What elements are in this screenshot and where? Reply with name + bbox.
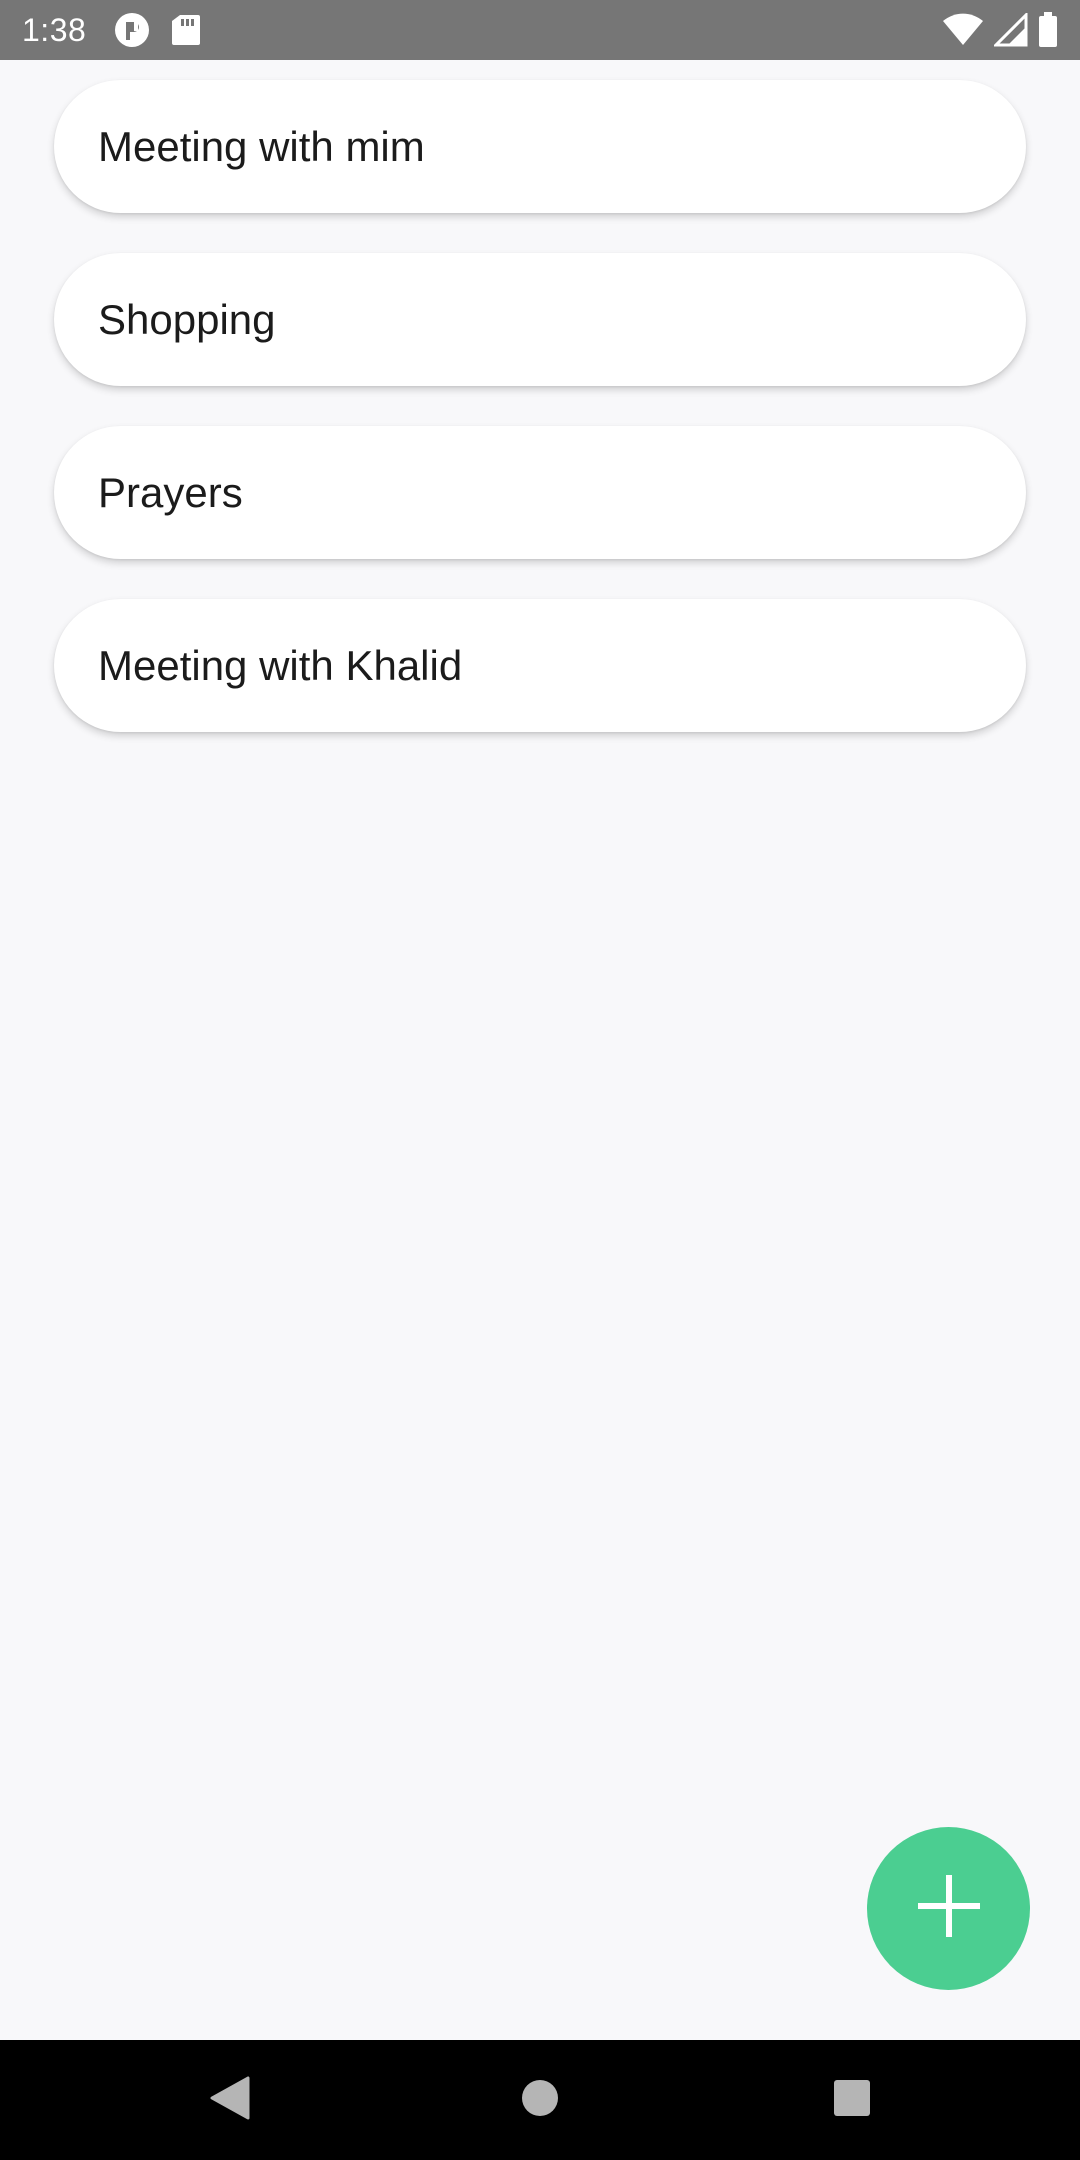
cell-signal-icon <box>994 13 1028 47</box>
task-list: Meeting with mim Shopping Prayers Meetin… <box>54 80 1026 732</box>
recents-button[interactable] <box>812 2040 892 2160</box>
task-item[interactable]: Meeting with Khalid <box>54 599 1026 732</box>
status-right-icons <box>942 12 1058 48</box>
task-label: Prayers <box>98 468 243 516</box>
plus-icon <box>917 1875 980 1942</box>
task-label: Meeting with Khalid <box>98 641 463 689</box>
task-item[interactable]: Prayers <box>54 426 1026 559</box>
recents-icon <box>833 2079 871 2122</box>
home-button[interactable] <box>500 2040 580 2160</box>
status-left-icons <box>114 12 201 48</box>
back-button[interactable] <box>190 2040 270 2160</box>
main-content: Meeting with mim Shopping Prayers Meetin… <box>0 60 1080 2040</box>
status-time: 1:38 <box>22 11 87 48</box>
status-bar: 1:38 <box>0 0 1080 60</box>
task-item[interactable]: Meeting with mim <box>54 80 1026 213</box>
wifi-icon <box>942 13 984 47</box>
sd-card-icon <box>172 14 201 46</box>
task-label: Shopping <box>98 295 276 343</box>
battery-icon <box>1038 12 1058 48</box>
add-task-button[interactable] <box>867 1827 1030 1990</box>
task-label: Meeting with mim <box>98 122 425 170</box>
back-icon <box>210 2076 250 2125</box>
home-icon <box>521 2079 559 2122</box>
navigation-bar <box>0 2040 1080 2160</box>
at-sign-icon <box>114 12 150 48</box>
task-item[interactable]: Shopping <box>54 253 1026 386</box>
